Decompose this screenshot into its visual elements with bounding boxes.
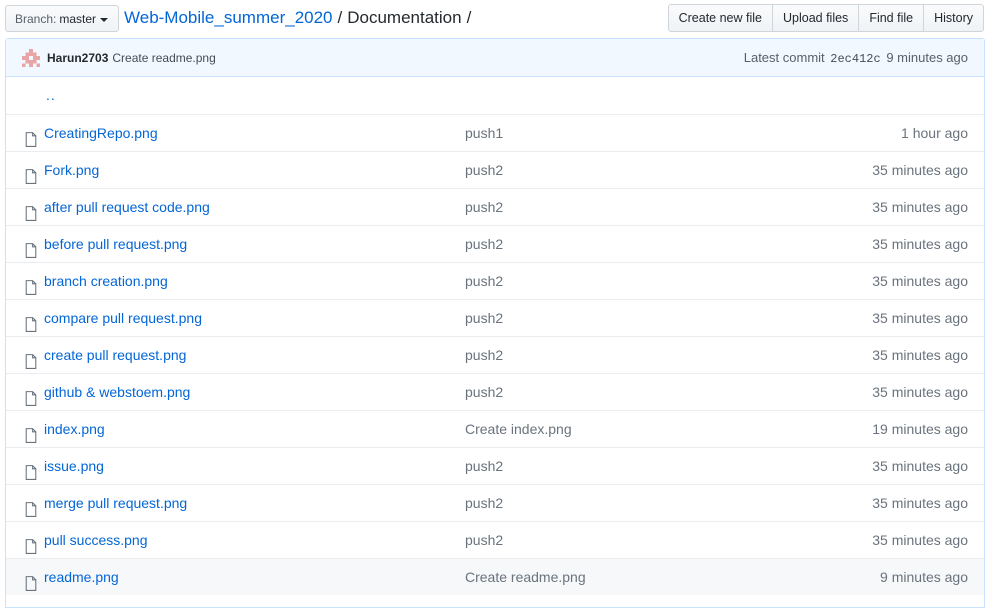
table-row: before pull request.png push2 35 minutes a… — [6, 225, 984, 262]
file-icon — [24, 236, 38, 258]
latest-commit-bar: Harun2703 Create readme.png Latest commi… — [6, 39, 984, 77]
file-icon — [24, 125, 38, 147]
table-row: readme.png Create readme.png 9 minutes ago — [6, 558, 984, 595]
file-commit-message-link[interactable]: Create index.png — [465, 411, 572, 447]
file-icon — [24, 495, 38, 517]
file-name-link[interactable]: issue.png — [44, 448, 104, 484]
create-new-file-button[interactable]: Create new file — [667, 4, 773, 32]
file-icon — [24, 347, 38, 369]
file-name-link[interactable]: readme.png — [44, 559, 119, 595]
file-name-link[interactable]: index.png — [44, 411, 105, 447]
table-row: merge pull request.png push2 35 minutes ag… — [6, 484, 984, 521]
file-commit-message-link[interactable]: push2 — [465, 226, 503, 262]
branch-prefix-label: Branch: — [15, 11, 57, 26]
file-age: 35 minutes ago — [872, 532, 968, 548]
table-row: create pull request.png push2 35 minutes a… — [6, 336, 984, 373]
file-commit-message-link[interactable]: push2 — [465, 448, 503, 484]
commit-author-link[interactable]: Harun2703 — [47, 51, 108, 65]
table-row: index.png Create index.png 19 minutes ago — [6, 410, 984, 447]
file-commit-message-link[interactable]: push2 — [465, 485, 503, 521]
file-age: 19 minutes ago — [872, 421, 968, 437]
file-age: 35 minutes ago — [872, 310, 968, 326]
file-commit-message-link[interactable]: push2 — [465, 263, 503, 299]
file-age: 1 hour ago — [901, 125, 968, 141]
table-row: issue.png push2 35 minutes ago — [6, 447, 984, 484]
repo-header: Branch: master Web-Mobile_summer_2020/Do… — [0, 0, 990, 38]
file-age: 35 minutes ago — [872, 495, 968, 511]
commit-message-link[interactable]: Create readme.png — [112, 51, 215, 65]
file-commit-message-link[interactable]: push2 — [465, 374, 503, 410]
file-name-link[interactable]: merge pull request.png — [44, 485, 187, 521]
file-icon — [24, 421, 38, 443]
file-age: 35 minutes ago — [872, 199, 968, 215]
file-age: 35 minutes ago — [872, 347, 968, 363]
table-row: branch creation.png push2 35 minutes ago — [6, 262, 984, 299]
file-age: 9 minutes ago — [880, 569, 968, 585]
file-commit-message-link[interactable]: push2 — [465, 300, 503, 336]
table-row: compare pull request.png push2 35 minutes … — [6, 299, 984, 336]
table-row: pull success.png push2 35 minutes ago — [6, 521, 984, 558]
file-commit-message-link[interactable]: push2 — [465, 337, 503, 373]
file-name-link[interactable]: pull success.png — [44, 522, 148, 558]
file-age: 35 minutes ago — [872, 273, 968, 289]
commit-age: 9 minutes ago — [886, 50, 968, 65]
file-name-link[interactable]: after pull request code.png — [44, 189, 210, 225]
table-row: after pull request code.png push2 35 minut… — [6, 188, 984, 225]
branch-selector-button[interactable]: Branch: master — [5, 5, 119, 32]
file-commit-message-link[interactable]: push2 — [465, 189, 503, 225]
file-age: 35 minutes ago — [872, 162, 968, 178]
file-icon — [24, 532, 38, 554]
table-row: CreatingRepo.png push1 1 hour ago — [6, 114, 984, 151]
file-commit-message-link[interactable]: push2 — [465, 522, 503, 558]
breadcrumb-separator: / — [466, 8, 472, 27]
file-name-link[interactable]: github & webstoem.png — [44, 374, 190, 410]
file-age: 35 minutes ago — [872, 236, 968, 252]
breadcrumb-separator: / — [337, 8, 343, 27]
file-actions-group: Create new file Upload files Find file H… — [667, 4, 984, 32]
parent-directory-row[interactable]: .. — [6, 77, 984, 114]
file-icon — [24, 162, 38, 184]
branch-name: master — [59, 11, 97, 26]
breadcrumb-current-dir: Documentation — [347, 8, 462, 27]
file-icon — [24, 199, 38, 221]
file-icon — [24, 458, 38, 480]
identicon-avatar[interactable] — [22, 48, 40, 67]
latest-commit-info: Latest commit 2ec412c 9 minutes ago — [744, 39, 968, 78]
file-age: 35 minutes ago — [872, 458, 968, 474]
file-name-link[interactable]: CreatingRepo.png — [44, 115, 158, 151]
file-icon — [24, 273, 38, 295]
table-row: github & webstoem.png push2 35 minutes ago — [6, 373, 984, 410]
file-icon — [24, 384, 38, 406]
file-commit-message-link[interactable]: push1 — [465, 115, 503, 151]
file-name-link[interactable]: branch creation.png — [44, 263, 168, 299]
breadcrumb-repo-link[interactable]: Web-Mobile_summer_2020 — [124, 8, 333, 27]
find-file-button[interactable]: Find file — [858, 4, 925, 32]
file-commit-message-link[interactable]: push2 — [465, 152, 503, 188]
history-button[interactable]: History — [923, 4, 984, 32]
file-name-link[interactable]: before pull request.png — [44, 226, 187, 262]
file-name-link[interactable]: compare pull request.png — [44, 300, 202, 336]
parent-directory-link[interactable]: .. — [46, 77, 56, 113]
breadcrumb: Web-Mobile_summer_2020/Documentation / — [124, 7, 476, 29]
file-icon — [24, 569, 38, 591]
file-commit-message-link[interactable]: Create readme.png — [465, 559, 586, 595]
commit-sha-link[interactable]: 2ec412c — [830, 52, 880, 66]
file-age: 35 minutes ago — [872, 384, 968, 400]
latest-commit-label: Latest commit — [743, 50, 825, 65]
file-name-link[interactable]: Fork.png — [44, 152, 99, 188]
file-name-link[interactable]: create pull request.png — [44, 337, 186, 373]
upload-files-button[interactable]: Upload files — [771, 4, 860, 32]
caret-down-icon — [100, 17, 109, 22]
table-row: Fork.png push2 35 minutes ago — [6, 151, 984, 188]
file-icon — [24, 310, 38, 332]
file-listing: Harun2703 Create readme.png Latest commi… — [5, 38, 985, 608]
